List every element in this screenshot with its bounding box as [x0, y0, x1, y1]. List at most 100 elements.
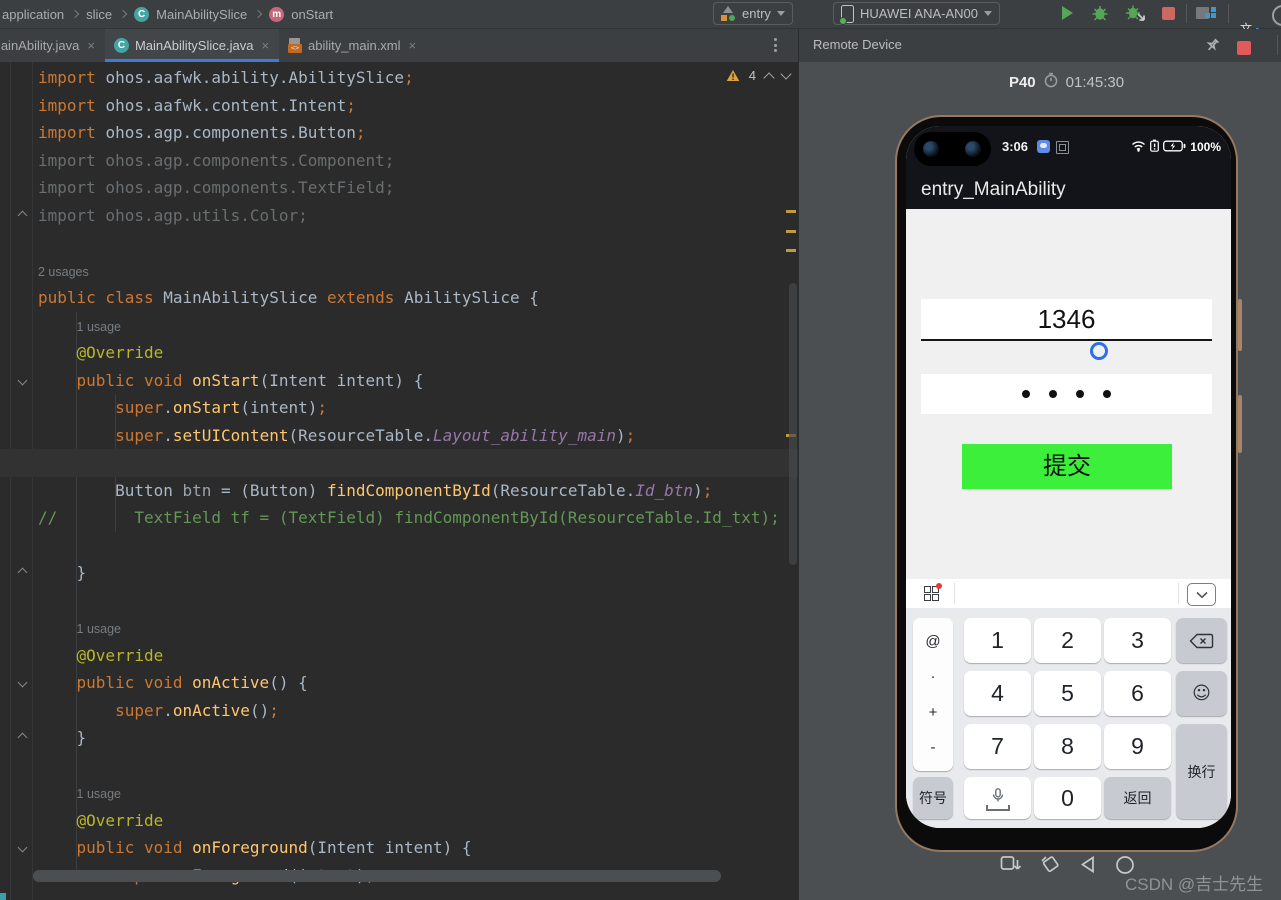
code-line[interactable]: 2 usages	[38, 257, 798, 285]
code-line[interactable]: 1 usage	[38, 312, 798, 340]
key-enter[interactable]: 换行	[1176, 724, 1227, 819]
breadcrumb-package[interactable]: application	[2, 7, 64, 22]
code-line[interactable]	[38, 752, 798, 780]
tab-mainabilityslice-java[interactable]: C MainAbilitySlice.java ×	[104, 29, 280, 62]
code-line[interactable]: 1 usage	[38, 614, 798, 642]
symbol-column[interactable]: @ · + -	[913, 618, 953, 771]
attach-debugger-button[interactable]	[1124, 3, 1148, 28]
rotate-icon[interactable]	[999, 854, 1022, 880]
code-line[interactable]: import ohos.agp.components.TextField;	[38, 174, 798, 202]
key-2[interactable]: 2	[1034, 618, 1101, 663]
fold-down-icon[interactable]	[17, 677, 28, 688]
code-line[interactable]: }	[38, 724, 798, 752]
key-back[interactable]: 返回	[1104, 777, 1171, 819]
number-input[interactable]: 1346	[921, 299, 1212, 341]
text-cursor-handle[interactable]	[1090, 342, 1108, 360]
breadcrumb-class[interactable]: MainAbilitySlice	[156, 7, 247, 22]
key-7[interactable]: 7	[964, 724, 1031, 769]
close-icon[interactable]: ×	[87, 38, 95, 53]
profiler-icon[interactable]	[1196, 5, 1218, 21]
submit-button[interactable]: 提交	[962, 444, 1172, 489]
pin-icon[interactable]	[1205, 37, 1222, 59]
shake-icon[interactable]	[1039, 854, 1061, 880]
code-line[interactable]: super.onActive();	[38, 697, 798, 725]
code-line[interactable]: @Override	[38, 339, 798, 367]
key-symbol-@[interactable]: @	[925, 633, 940, 650]
password-input[interactable]	[921, 374, 1212, 414]
key-symbol--[interactable]: -	[931, 739, 936, 756]
fold-down-icon[interactable]	[17, 375, 28, 385]
breadcrumb-slice[interactable]: slice	[86, 7, 112, 22]
breadcrumb-method[interactable]: onStart	[291, 7, 333, 22]
inspections-widget[interactable]: 4	[726, 68, 792, 84]
code-line[interactable]: super.onStart(intent);	[38, 394, 798, 422]
code-line[interactable]: import ohos.aafwk.content.Intent;	[38, 92, 798, 120]
key-4[interactable]: 4	[964, 671, 1031, 716]
vertical-scrollbar[interactable]	[789, 283, 797, 565]
fold-up-icon[interactable]	[17, 567, 28, 578]
chevron-down-icon	[776, 11, 785, 16]
run-button[interactable]	[1058, 4, 1076, 27]
fold-up-icon[interactable]	[17, 210, 28, 220]
key-0[interactable]: 0	[1034, 777, 1101, 819]
code-line[interactable]: @Override	[38, 807, 798, 835]
code-line[interactable]: import ohos.agp.components.Component;	[38, 147, 798, 175]
close-icon[interactable]: ×	[409, 38, 417, 53]
key-9[interactable]: 9	[1104, 724, 1171, 769]
code-line[interactable]: public void onActive() {	[38, 669, 798, 697]
key-1[interactable]: 1	[964, 618, 1031, 663]
phone-screen[interactable]: 3:06 100% entry_MainAbility 1346 提交 @ · …	[906, 126, 1231, 828]
code-line[interactable]: super.setUIContent(ResourceTable.Layout_…	[38, 422, 798, 450]
code-editor[interactable]: import ohos.aafwk.ability.AbilitySlice; i…	[0, 62, 798, 900]
code-line[interactable]: // TextField tf = (TextField) findCompon…	[38, 504, 798, 532]
back-icon[interactable]	[1078, 855, 1098, 879]
code-line[interactable]	[38, 229, 798, 257]
code-line[interactable]: import ohos.agp.components.Button;	[38, 119, 798, 147]
prev-warning-icon[interactable]	[763, 71, 775, 84]
key-emoji[interactable]: ☺	[1176, 671, 1227, 716]
run-config-dropdown[interactable]: entry	[713, 2, 793, 25]
tab-mainability-java[interactable]: C MainAbility.java ×	[0, 29, 105, 62]
device-dropdown[interactable]: HUAWEI ANA-AN00	[833, 2, 1000, 25]
key-symbols[interactable]: 符号	[913, 777, 953, 819]
code-line[interactable]	[38, 532, 798, 560]
device-icon	[839, 4, 854, 25]
code-line[interactable]: Button btn = (Button) findComponentById(…	[38, 477, 798, 505]
warning-stripe-mark[interactable]	[786, 249, 796, 252]
warning-stripe-mark[interactable]	[786, 210, 796, 213]
key-symbol-·[interactable]: ·	[931, 668, 936, 685]
key-symbol-+[interactable]: +	[929, 704, 938, 721]
code-line[interactable]: import ohos.agp.utils.Color;	[38, 202, 798, 230]
tab-options-icon[interactable]	[774, 38, 778, 55]
keyboard-apps-icon[interactable]	[924, 583, 942, 601]
key-voice[interactable]	[964, 777, 1031, 819]
code-line[interactable]: public class MainAbilitySlice extends Ab…	[38, 284, 798, 312]
warning-stripe-mark[interactable]	[786, 230, 796, 233]
keyboard-collapse-button[interactable]	[1187, 583, 1216, 606]
code-line[interactable]	[38, 587, 798, 615]
key-5[interactable]: 5	[1034, 671, 1101, 716]
code-line[interactable]: public void onForeground(Intent intent) …	[38, 834, 798, 862]
code-lines[interactable]: import ohos.aafwk.ability.AbilitySlice; i…	[0, 64, 798, 889]
tab-ability-main-xml[interactable]: <> ability_main.xml ×	[279, 29, 426, 62]
tab-label: MainAbilitySlice.java	[134, 38, 254, 53]
key-8[interactable]: 8	[1034, 724, 1101, 769]
debug-button[interactable]	[1090, 3, 1110, 28]
code-line[interactable]: public void onStart(Intent intent) {	[38, 367, 798, 395]
key-backspace[interactable]	[1176, 618, 1227, 663]
stop-button[interactable]	[1162, 7, 1175, 20]
code-line[interactable]: @Override	[38, 642, 798, 670]
device-name: P40	[1008, 74, 1036, 91]
key-6[interactable]: 6	[1104, 671, 1171, 716]
code-line[interactable]: }	[38, 559, 798, 587]
code-line[interactable]	[0, 449, 798, 477]
close-icon[interactable]: ×	[261, 38, 269, 53]
key-3[interactable]: 3	[1104, 618, 1171, 663]
code-line[interactable]: 1 usage	[38, 779, 798, 807]
next-warning-icon[interactable]	[780, 68, 792, 80]
stop-device-button[interactable]	[1237, 41, 1251, 55]
fold-up-icon[interactable]	[17, 732, 28, 743]
fold-down-icon[interactable]	[17, 842, 28, 853]
horizontal-scrollbar[interactable]	[33, 870, 721, 882]
code-line[interactable]: import ohos.aafwk.ability.AbilitySlice;	[38, 64, 798, 92]
